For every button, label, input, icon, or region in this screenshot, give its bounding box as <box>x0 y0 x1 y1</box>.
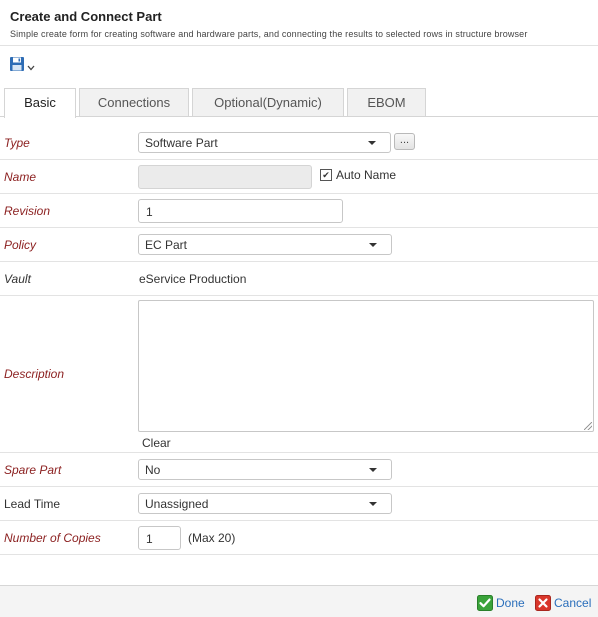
form-row-policy: Policy EC Part <box>0 228 598 262</box>
chevron-down-icon <box>369 468 377 472</box>
save-menu-button[interactable] <box>9 56 35 77</box>
lead-time-label: Lead Time <box>4 496 61 511</box>
form-row-vault: Vault eService Production <box>0 262 598 296</box>
save-icon <box>9 56 25 77</box>
form-row-number-of-copies: Number of Copies 1 (Max 20) <box>0 521 598 555</box>
form-row-spare-part: Spare Part No <box>0 453 598 487</box>
vault-value: eService Production <box>139 271 247 286</box>
revision-label: Revision <box>4 203 51 218</box>
type-select[interactable]: Software Part <box>138 132 391 153</box>
number-of-copies-label: Number of Copies <box>4 530 101 545</box>
footer-bar: Done Cancel <box>0 585 598 617</box>
auto-name-option[interactable]: ✔ Auto Name <box>320 168 396 182</box>
type-value: Software Part <box>145 136 218 150</box>
revision-input[interactable]: 1 <box>138 199 343 223</box>
spare-part-value: No <box>145 463 161 477</box>
policy-label: Policy <box>4 237 37 252</box>
policy-select[interactable]: EC Part <box>138 234 392 255</box>
type-chooser-button[interactable]: ... <box>394 133 415 150</box>
form-row-lead-time: Lead Time Unassigned <box>0 487 598 521</box>
spare-part-label: Spare Part <box>4 462 62 477</box>
auto-name-label: Auto Name <box>336 168 397 182</box>
page-header: Create and Connect Part Simple create fo… <box>0 0 598 46</box>
form-row-description: Description Clear <box>0 296 598 453</box>
tab-bar: Basic Connections Optional(Dynamic) EBOM <box>4 88 429 118</box>
cancel-button[interactable]: Cancel <box>535 595 591 611</box>
resize-handle-icon[interactable] <box>584 422 592 430</box>
vault-label: Vault <box>4 271 31 286</box>
form-row-revision: Revision 1 <box>0 194 598 228</box>
form-row-type: Type Software Part ... <box>0 126 598 160</box>
description-textarea[interactable] <box>138 300 594 432</box>
type-label: Type <box>4 135 30 150</box>
form-row-name: Name ✔ Auto Name <box>0 160 598 194</box>
page-subtitle: Simple create form for creating software… <box>10 29 528 39</box>
cancel-label: Cancel <box>554 596 592 610</box>
toolbar <box>0 46 598 80</box>
chevron-down-icon <box>369 502 377 506</box>
number-of-copies-input[interactable]: 1 <box>138 526 181 550</box>
name-label: Name <box>4 169 37 184</box>
policy-value: EC Part <box>145 238 188 252</box>
chevron-down-icon <box>369 243 377 247</box>
max-copies-note: (Max 20) <box>188 530 236 545</box>
auto-name-checkbox[interactable]: ✔ <box>320 169 332 181</box>
checkmark-icon <box>477 595 493 611</box>
spare-part-select[interactable]: No <box>138 459 392 480</box>
create-form: Type Software Part ... Name ✔ Auto Name … <box>0 126 598 555</box>
tab-optional-dynamic[interactable]: Optional(Dynamic) <box>192 88 344 117</box>
done-label: Done <box>496 596 525 610</box>
done-button[interactable]: Done <box>477 595 525 611</box>
clear-description-link[interactable]: Clear <box>142 436 171 450</box>
name-input[interactable] <box>138 165 312 189</box>
chevron-down-icon <box>368 141 376 145</box>
tab-ebom[interactable]: EBOM <box>347 88 426 117</box>
cancel-x-icon <box>535 595 551 611</box>
lead-time-select[interactable]: Unassigned <box>138 493 392 514</box>
tab-divider <box>0 116 598 117</box>
page-title: Create and Connect Part <box>10 9 162 24</box>
tab-basic[interactable]: Basic <box>4 88 76 118</box>
description-label: Description <box>4 367 65 381</box>
tab-connections[interactable]: Connections <box>79 88 189 117</box>
lead-time-value: Unassigned <box>145 497 209 511</box>
chevron-down-icon <box>27 58 35 76</box>
